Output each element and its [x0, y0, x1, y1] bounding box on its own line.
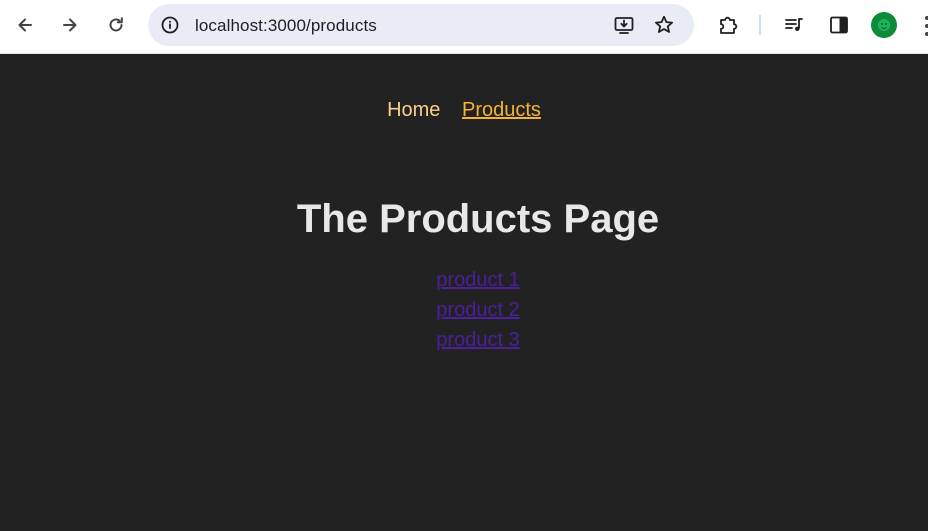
- media-controls-icon: [785, 18, 803, 31]
- avatar-icon: [878, 19, 890, 31]
- nav-link-products[interactable]: Products: [462, 99, 541, 121]
- product-link-1[interactable]: product 1: [0, 265, 928, 295]
- product-list: product 1 product 2 product 3: [0, 265, 928, 355]
- url-text[interactable]: localhost:3000/products: [195, 16, 377, 36]
- forward-button[interactable]: [54, 9, 86, 41]
- back-button[interactable]: [9, 9, 41, 41]
- top-nav: Home Products: [0, 99, 928, 122]
- browser-toolbar: localhost:3000/products: [0, 0, 928, 54]
- bookmark-button[interactable]: [648, 9, 680, 41]
- forward-icon: [63, 18, 77, 32]
- bookmark-star-icon: [655, 15, 673, 33]
- extensions-icon: [720, 16, 738, 34]
- page-content: Home Products The Products Page product …: [0, 55, 928, 531]
- toolbar-divider: [759, 15, 761, 35]
- product-link-3[interactable]: product 3: [0, 325, 928, 355]
- side-panel-button[interactable]: [823, 9, 855, 41]
- more-menu-icon: [925, 16, 928, 36]
- install-app-icon: [614, 17, 634, 34]
- back-icon: [18, 18, 32, 32]
- product-link-2[interactable]: product 2: [0, 295, 928, 325]
- site-info-button[interactable]: [154, 9, 186, 41]
- side-panel-icon: [830, 16, 848, 34]
- reload-icon: [109, 17, 123, 32]
- extensions-button[interactable]: [712, 9, 744, 41]
- media-controls-button[interactable]: [778, 9, 810, 41]
- site-info-icon: [161, 16, 179, 34]
- profile-avatar[interactable]: [871, 12, 897, 38]
- address-bar[interactable]: localhost:3000/products: [148, 4, 694, 46]
- nav-link-home[interactable]: Home: [387, 99, 440, 121]
- page-title: The Products Page: [296, 197, 660, 241]
- install-app-button[interactable]: [608, 9, 640, 41]
- more-menu-button[interactable]: [918, 14, 928, 38]
- reload-button[interactable]: [100, 9, 132, 41]
